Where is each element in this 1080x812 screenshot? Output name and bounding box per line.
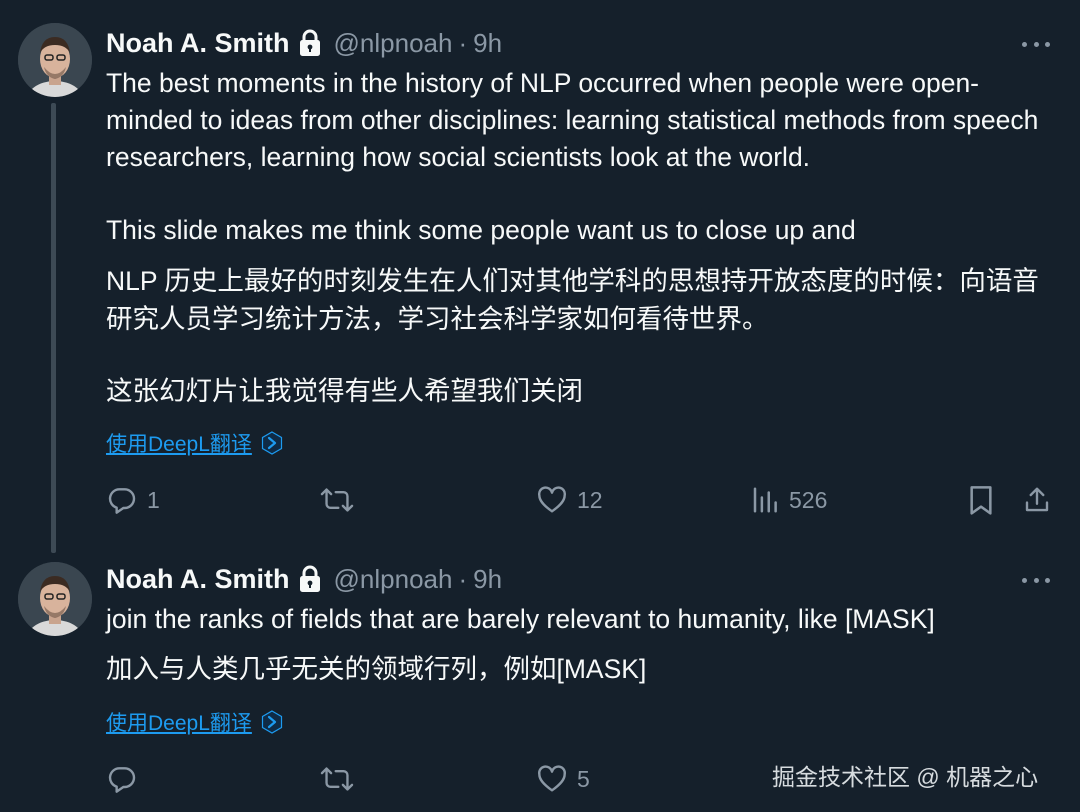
translated-paragraph: 加入与人类几乎无关的领域行列，例如[MASK]: [106, 654, 647, 684]
tweet-actions: 1 12 526: [106, 480, 1054, 520]
reply-button[interactable]: [106, 759, 147, 799]
view-count: 526: [789, 486, 828, 513]
translate-label[interactable]: 使用DeepL翻译: [106, 707, 252, 737]
tweet-header: Noah A. Smith @nlpnoah · 9h: [106, 561, 502, 597]
thread-line: [51, 103, 56, 553]
tweet-text: The best moments in the history of NLP o…: [106, 65, 1051, 249]
author-name[interactable]: Noah A. Smith: [106, 564, 290, 595]
lock-icon: [299, 565, 321, 593]
tweet-paragraph: The best moments in the history of NLP o…: [106, 68, 1039, 172]
retweet-button[interactable]: [320, 759, 363, 799]
tweet-paragraph: join the ranks of fields that are barely…: [106, 604, 935, 634]
reply-icon: [106, 484, 138, 516]
lock-icon: [299, 29, 321, 57]
translate-link[interactable]: 使用DeepL翻译: [106, 428, 284, 458]
translated-paragraph: 这张幻灯片让我觉得有些人希望我们关闭: [106, 376, 583, 406]
share-button[interactable]: [1022, 480, 1052, 520]
avatar[interactable]: [18, 23, 92, 97]
watermark: 掘金技术社区 @ 机器之心: [772, 764, 1039, 790]
bookmark-icon: [966, 484, 996, 516]
separator-dot: ·: [458, 27, 468, 58]
translated-text: NLP 历史上最好的时刻发生在人们对其他学科的思想持开放态度的时候：向语音研究人…: [106, 262, 1051, 410]
share-icon: [1022, 484, 1052, 516]
like-count: 12: [577, 486, 603, 513]
tweet-timestamp[interactable]: 9h: [473, 564, 502, 595]
bookmark-button[interactable]: [966, 480, 996, 520]
views-icon: [750, 485, 780, 515]
heart-icon: [536, 484, 568, 516]
avatar[interactable]: [18, 562, 92, 636]
retweet-button[interactable]: [320, 480, 363, 520]
tweet-text: join the ranks of fields that are barely…: [106, 601, 1051, 638]
views-button[interactable]: 526: [750, 480, 827, 520]
translate-link[interactable]: 使用DeepL翻译: [106, 707, 284, 737]
more-icon[interactable]: [1022, 39, 1050, 49]
translated-paragraph: NLP 历史上最好的时刻发生在人们对其他学科的思想持开放态度的时候：向语音研究人…: [106, 266, 1039, 334]
deepl-icon: [260, 710, 284, 734]
reply-count: 1: [147, 486, 160, 513]
retweet-icon: [320, 763, 354, 795]
tweet-header: Noah A. Smith @nlpnoah · 9h: [106, 25, 502, 61]
translate-label[interactable]: 使用DeepL翻译: [106, 428, 252, 458]
tweet-paragraph: This slide makes me think some people wa…: [106, 215, 856, 245]
like-button[interactable]: 5: [536, 759, 590, 799]
more-icon[interactable]: [1022, 575, 1050, 585]
separator-dot: ·: [458, 563, 468, 594]
reply-button[interactable]: 1: [106, 480, 160, 520]
translated-text: 加入与人类几乎无关的领域行列，例如[MASK]: [106, 650, 1051, 688]
tweet[interactable]: Noah A. Smith @nlpnoah · 9h The best mom…: [0, 0, 1080, 555]
retweet-icon: [320, 484, 354, 516]
like-button[interactable]: 12: [536, 480, 603, 520]
author-handle[interactable]: @nlpnoah: [334, 28, 453, 59]
like-count: 5: [577, 765, 590, 792]
deepl-icon: [260, 431, 284, 455]
reply-icon: [106, 763, 138, 795]
author-name[interactable]: Noah A. Smith: [106, 28, 290, 59]
heart-icon: [536, 763, 568, 795]
tweet-timestamp[interactable]: 9h: [473, 28, 502, 59]
author-handle[interactable]: @nlpnoah: [334, 564, 453, 595]
